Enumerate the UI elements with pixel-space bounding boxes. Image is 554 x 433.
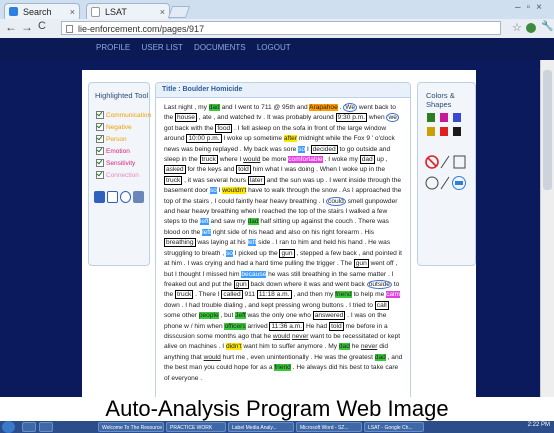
document-icon[interactable] — [107, 191, 118, 203]
tab-lsat[interactable]: LSAT × — [86, 3, 170, 19]
nav-link-user-list[interactable]: USER LIST — [141, 43, 182, 52]
oval-highlight-icon[interactable] — [452, 176, 466, 190]
color-swatch-green[interactable] — [427, 113, 435, 122]
scrollbar-thumb[interactable] — [543, 70, 552, 190]
tab-label: Search — [23, 7, 52, 17]
window-controls[interactable]: –▫× — [515, 2, 548, 13]
taskbar-item[interactable]: Welcome To The Resource — [98, 422, 164, 432]
colors-shapes-panel: Colors & Shapes — [417, 82, 476, 266]
slash-shape-icon[interactable] — [440, 176, 450, 190]
story-panel: Title : Boulder Homicide Last night , my… — [155, 82, 411, 406]
extension-icon[interactable] — [526, 23, 536, 33]
panel-title: Colors & Shapes — [426, 91, 455, 109]
start-button[interactable] — [2, 421, 15, 433]
search-tab-icon — [9, 7, 18, 16]
reload-icon[interactable]: C — [38, 20, 46, 32]
color-swatch-red[interactable] — [440, 127, 448, 136]
settings-icon[interactable] — [133, 191, 144, 203]
checkbox[interactable] — [96, 159, 104, 167]
scrollbar[interactable] — [540, 60, 554, 408]
title-label: Title : — [162, 86, 181, 93]
taskbar-item[interactable]: PRACTICE WORK — [166, 422, 226, 432]
checkbox[interactable] — [96, 135, 104, 143]
story-text: Last night , my dad and I went to 711 @ … — [164, 103, 403, 382]
story-title: Boulder Homicide — [182, 86, 243, 93]
circle-shape-icon[interactable] — [425, 176, 439, 190]
magnifier-icon[interactable] — [120, 191, 131, 203]
url-field[interactable]: lie-enforcement.com/pages/917 — [61, 21, 501, 35]
taskbar-item[interactable]: Microsoft Word - SZ... — [296, 422, 362, 432]
taskbar-item[interactable]: LSAT - Google Ch... — [364, 422, 424, 432]
tool-communication[interactable]: Communication — [96, 111, 151, 119]
page-icon — [66, 25, 73, 33]
tool-person[interactable]: Person — [96, 135, 127, 143]
tool-connection[interactable]: Connection — [96, 171, 139, 179]
site-navigation: PROFILE USER LIST DOCUMENTS LOGOUT — [0, 38, 554, 60]
no-sign-icon[interactable] — [425, 155, 439, 169]
highlighted-tool-panel: Highlighted Tool Communication Negative … — [88, 82, 151, 266]
close-icon[interactable]: × — [160, 4, 165, 20]
bookmark-star-icon[interactable]: ☆ — [512, 21, 522, 34]
taskbar: Welcome To The Resource PRACTICE WORK La… — [0, 421, 554, 433]
nav-link-logout[interactable]: LOGOUT — [257, 43, 291, 52]
color-swatch-magenta[interactable] — [440, 113, 448, 122]
taskbar-folder-icon[interactable] — [39, 422, 53, 432]
checkbox[interactable] — [96, 147, 104, 155]
address-bar-row: ← → C lie-enforcement.com/pages/917 ☆ 🔧 — [0, 19, 554, 39]
page-icon — [91, 7, 100, 17]
image-caption: Auto-Analysis Program Web Image — [0, 397, 554, 421]
nav-link-documents[interactable]: DOCUMENTS — [194, 43, 246, 52]
new-tab-button[interactable] — [167, 6, 191, 18]
wrench-icon[interactable]: 🔧 — [541, 21, 553, 32]
taskbar-item[interactable]: Label Media Analy... — [228, 422, 294, 432]
color-swatch-gold[interactable] — [427, 127, 435, 136]
forward-arrow-icon[interactable]: → — [21, 20, 33, 34]
color-swatch-black[interactable] — [453, 127, 461, 136]
panel-title: Highlighted Tool — [95, 91, 149, 100]
taskbar-clock: 2:22 PM — [527, 422, 550, 428]
checkbox[interactable] — [96, 171, 104, 179]
checkbox[interactable] — [96, 123, 104, 131]
url-text: lie-enforcement.com/pages/917 — [78, 24, 205, 34]
user-icon[interactable] — [94, 191, 105, 203]
tool-icon-row — [94, 191, 144, 203]
shape-tools — [425, 155, 466, 190]
nav-link-profile[interactable]: PROFILE — [96, 43, 130, 52]
close-icon[interactable]: × — [70, 4, 75, 20]
tool-sensitivity[interactable]: Sensitivity — [96, 159, 135, 167]
story-title-bar: Title : Boulder Homicide — [156, 83, 410, 98]
back-arrow-icon[interactable]: ← — [5, 20, 17, 34]
tool-negative[interactable]: Negative — [96, 123, 132, 131]
tab-search[interactable]: Search × — [4, 3, 80, 19]
checkbox[interactable] — [96, 111, 104, 119]
rectangle-shape-icon[interactable] — [453, 155, 466, 169]
taskbar-ie-icon[interactable] — [22, 422, 36, 432]
tool-emotion[interactable]: Emotion — [96, 147, 130, 155]
color-swatch-blue[interactable] — [453, 113, 461, 122]
tab-label: LSAT — [105, 7, 127, 17]
line-shape-icon[interactable] — [440, 155, 450, 169]
